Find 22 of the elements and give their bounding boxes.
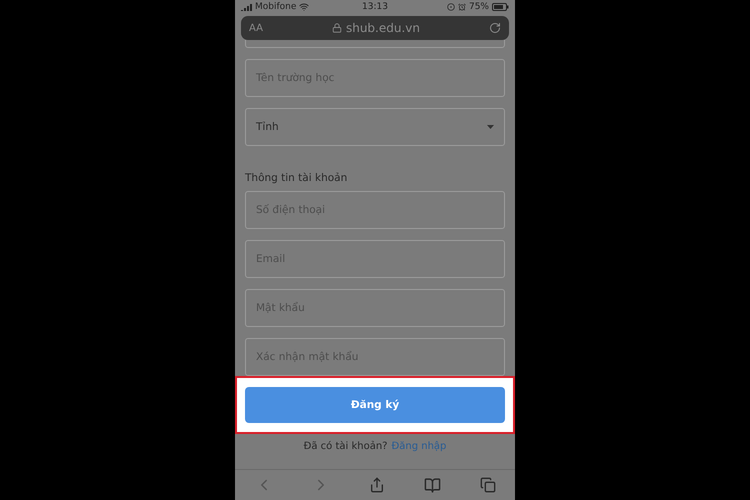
bookmarks-icon[interactable]	[424, 476, 440, 494]
login-prompt: Đã có tài khoản?	[304, 441, 388, 452]
battery-percent: 75%	[468, 2, 489, 12]
register-button[interactable]: Đăng ký	[245, 387, 505, 423]
clock-time: 13:13	[362, 2, 388, 12]
battery-icon	[492, 3, 509, 11]
lock-icon	[332, 23, 342, 33]
section-heading: Thông tin tài khoản	[245, 172, 348, 184]
lock-rotation-icon	[446, 3, 455, 11]
reload-icon[interactable]	[489, 22, 501, 34]
caret-icon	[487, 125, 494, 129]
carrier-name: Mobifone	[255, 2, 296, 12]
alarm-icon	[458, 3, 466, 11]
signal-icon	[241, 4, 252, 10]
share-icon[interactable]	[368, 477, 384, 493]
dropdown-field[interactable]: Tỉnh	[245, 108, 505, 146]
wifi-icon	[299, 2, 310, 12]
login-link[interactable]: Đăng nhập	[391, 441, 446, 452]
url-text: shub.edu.vn	[346, 21, 420, 35]
address-bar[interactable]: AA shub.edu.vn	[241, 16, 509, 40]
text-size-button[interactable]: AA	[249, 22, 263, 34]
tabs-icon[interactable]	[480, 477, 496, 493]
